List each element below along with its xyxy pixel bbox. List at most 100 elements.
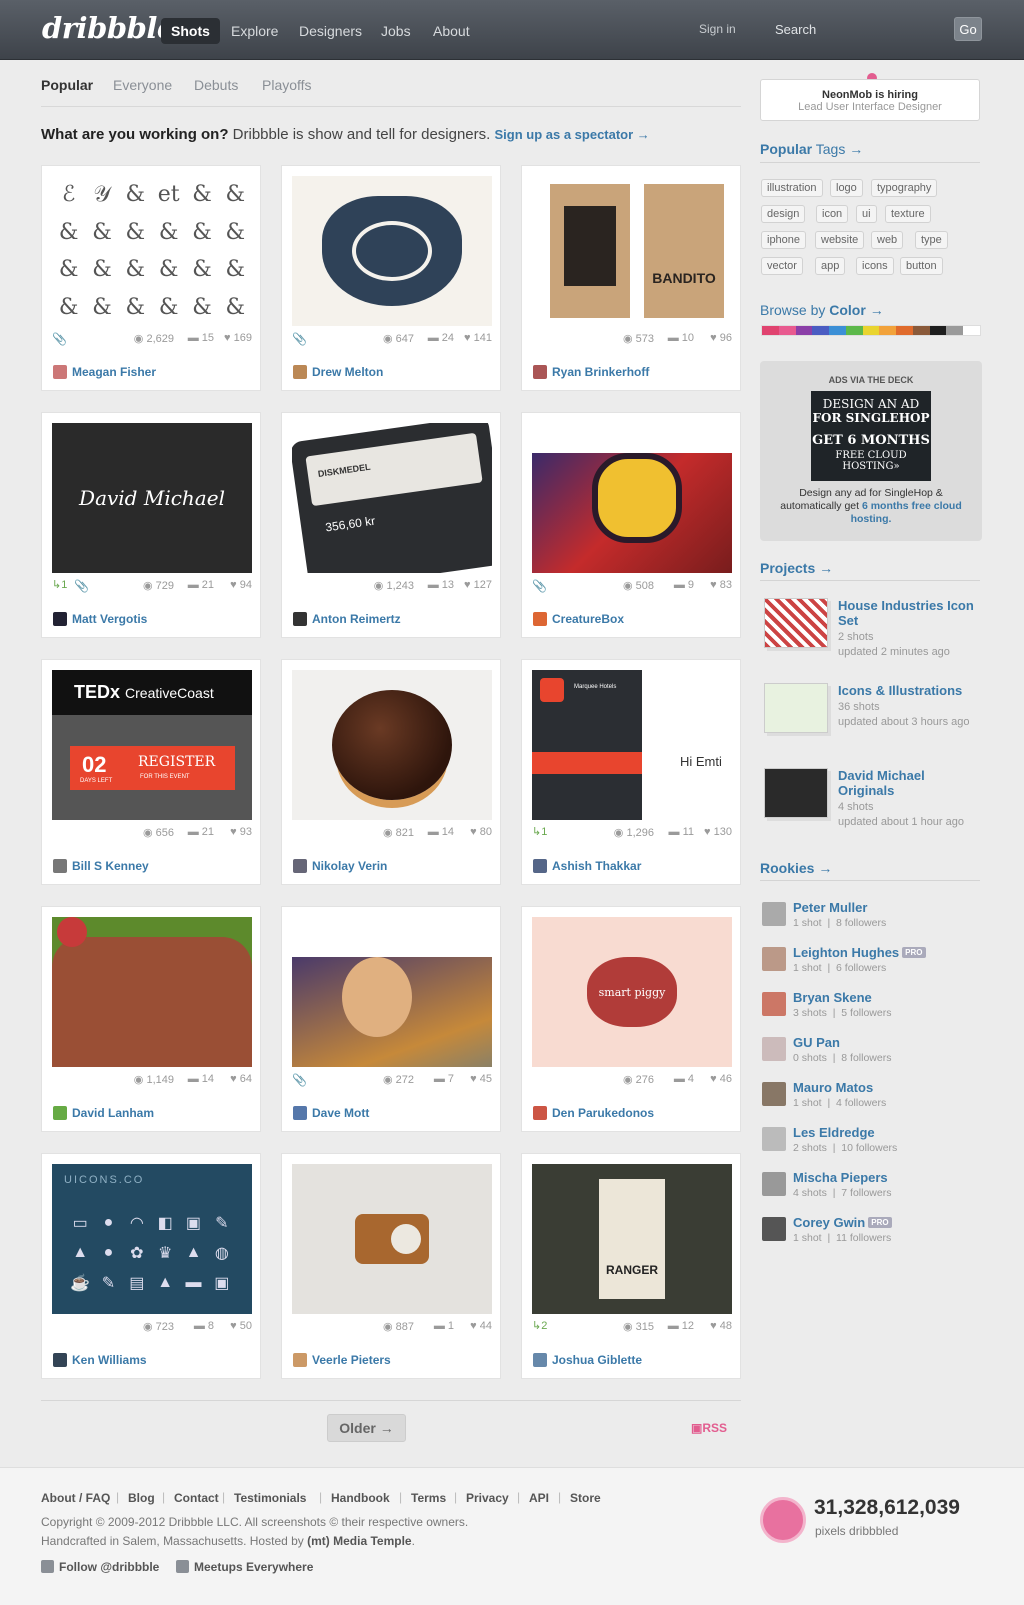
color-swatch[interactable] xyxy=(829,326,846,335)
project-thumbnail[interactable] xyxy=(764,768,828,818)
tag-link[interactable]: iphone xyxy=(761,231,807,249)
likes-stat[interactable]: ♥ 93 xyxy=(230,826,252,838)
popular-tags-heading[interactable]: Popular Tags → xyxy=(760,141,863,157)
color-swatch[interactable] xyxy=(778,326,796,335)
color-swatch[interactable] xyxy=(912,326,930,335)
attachment-icon[interactable]: 📎 xyxy=(292,332,307,346)
media-temple-link[interactable]: (mt) Media Temple xyxy=(307,1534,411,1548)
project-item[interactable]: Icons & Illustrations 36 shots updated a… xyxy=(760,683,982,753)
tab-everyone[interactable]: Everyone xyxy=(113,77,172,93)
footer-link[interactable]: API xyxy=(529,1491,549,1505)
avatar[interactable] xyxy=(762,902,786,926)
rookie-name-link[interactable]: Les Eldredge xyxy=(793,1125,875,1140)
player-link[interactable]: Ashish Thakkar xyxy=(533,859,641,877)
shot-thumbnail[interactable]: smart piggy xyxy=(532,917,732,1067)
job-ad[interactable]: NeonMob is hiring Lead User Interface De… xyxy=(760,79,980,121)
shot-card[interactable]: 📎 ◉ 647 ▬ 24 ♥ 141 xyxy=(281,165,501,391)
tag-link[interactable]: typography xyxy=(871,179,938,197)
rookie-name-link[interactable]: Mauro Matos xyxy=(793,1080,873,1095)
player-link[interactable]: Meagan Fisher xyxy=(53,365,156,383)
shot-card[interactable]: Marquee Hotels Hi Emti ↳1 ◉ 1,296 ▬ 11 ♥ … xyxy=(521,659,741,885)
tag-link[interactable]: logo xyxy=(830,179,863,197)
go-button[interactable]: Go xyxy=(954,17,982,41)
rookie-name-link[interactable]: GU Pan xyxy=(793,1035,840,1050)
tag-link[interactable]: design xyxy=(761,205,806,223)
footer-link[interactable]: Testimonials xyxy=(234,1491,306,1505)
attachment-icon[interactable]: 📎 xyxy=(74,579,89,593)
tab-popular[interactable]: Popular xyxy=(41,77,93,93)
color-swatch[interactable] xyxy=(795,326,813,335)
player-link[interactable]: Nikolay Verin xyxy=(293,859,387,877)
shot-card[interactable]: ℰ 𝒴 & et & & & & & & & & & & & & & & & & & & & & 📎 ◉ 2,629 ▬ 15… xyxy=(41,165,261,391)
shot-thumbnail[interactable]: RANGER xyxy=(532,1164,732,1314)
tag-link[interactable]: illustration xyxy=(761,179,823,197)
ad-link[interactable]: 6 months free cloud hosting. xyxy=(851,500,962,525)
footer-link[interactable]: Blog xyxy=(128,1491,155,1505)
shot-card[interactable]: UICONS.CO ▭ ● ◠ ◧ ▣ ✎ ▲ ● ✿ ♛ ▲ ◍ ☕ ✎ ▤ ▲ ▬ ▣ ◉ 723 ▬ 8 ♥ … xyxy=(41,1153,261,1379)
likes-stat[interactable]: ♥ 64 xyxy=(230,1073,252,1085)
sign-in-link[interactable]: Sign in xyxy=(699,22,736,36)
player-link[interactable]: CreatureBox xyxy=(533,612,624,630)
shot-card[interactable]: 📎 ◉ 508 ▬ 9 ♥ 83 xyxy=(521,412,741,638)
color-swatch[interactable] xyxy=(929,326,947,335)
shot-card[interactable]: DISKMEDEL 356,60 kr ◉ 1,243 ▬ 13 ♥ 127 xyxy=(281,412,501,638)
player-link[interactable]: Joshua Giblette xyxy=(533,1353,642,1371)
attachment-icon[interactable]: 📎 xyxy=(292,1073,307,1087)
shot-thumbnail[interactable] xyxy=(532,423,732,573)
shot-thumbnail[interactable]: David Michael xyxy=(52,423,252,573)
likes-stat[interactable]: ♥ 94 xyxy=(230,579,252,591)
attachment-icon[interactable]: 📎 xyxy=(52,332,67,346)
shot-thumbnail[interactable] xyxy=(292,670,492,820)
project-title[interactable]: David Michael Originals xyxy=(838,768,980,798)
shot-thumbnail[interactable] xyxy=(292,1164,492,1314)
player-link[interactable]: Anton Reimertz xyxy=(293,612,401,630)
shot-card[interactable]: ◉ 887 ▬ 1 ♥ 44 xyxy=(281,1153,501,1379)
projects-heading[interactable]: Projects → xyxy=(760,560,833,576)
likes-stat[interactable]: ♥ 44 xyxy=(470,1320,492,1332)
shot-thumbnail[interactable]: Marquee Hotels Hi Emti xyxy=(532,670,732,820)
nav-jobs[interactable]: Jobs xyxy=(371,18,421,44)
tag-link[interactable]: texture xyxy=(885,205,931,223)
ad-banner[interactable]: DESIGN AN AD FOR SINGLEHOP GET 6 MONTHS … xyxy=(811,391,931,481)
player-link[interactable]: Dave Mott xyxy=(293,1106,369,1124)
tag-link[interactable]: icons xyxy=(856,257,894,275)
tab-debuts[interactable]: Debuts xyxy=(194,77,238,93)
rookies-heading[interactable]: Rookies → xyxy=(760,860,832,876)
player-link[interactable]: Ryan Brinkerhoff xyxy=(533,365,649,383)
player-link[interactable]: Den Parukedonos xyxy=(533,1106,654,1124)
avatar[interactable] xyxy=(762,1127,786,1151)
follow-twitter-link[interactable]: Follow @dribbble xyxy=(41,1560,159,1574)
older-button[interactable]: Older → xyxy=(327,1414,406,1442)
likes-stat[interactable]: ♥ 83 xyxy=(710,579,732,591)
shot-thumbnail[interactable] xyxy=(292,917,492,1067)
tag-link[interactable]: website xyxy=(815,231,865,249)
avatar[interactable] xyxy=(762,1172,786,1196)
likes-stat[interactable]: ♥ 127 xyxy=(464,579,492,591)
player-link[interactable]: Veerle Pieters xyxy=(293,1353,391,1371)
color-swatch[interactable] xyxy=(963,326,980,335)
shot-thumbnail[interactable]: TEDx CreativeCoast 02 REGISTER FOR THIS EVE… xyxy=(52,670,252,820)
color-swatch[interactable] xyxy=(845,326,863,335)
likes-stat[interactable]: ♥ 50 xyxy=(230,1320,252,1332)
project-thumbnail[interactable] xyxy=(764,683,828,733)
player-link[interactable]: David Lanham xyxy=(53,1106,154,1124)
nav-explore[interactable]: Explore xyxy=(221,18,288,44)
rebound-icon[interactable]: ↳1 xyxy=(532,825,547,838)
player-link[interactable]: Bill S Kenney xyxy=(53,859,149,877)
footer-link[interactable]: Handbook xyxy=(331,1491,390,1505)
search-input[interactable] xyxy=(775,17,945,41)
shot-card[interactable]: TEDx CreativeCoast 02 REGISTER FOR THIS EVE… xyxy=(41,659,261,885)
shot-thumbnail[interactable]: ℰ 𝒴 & et & & & & & & & & & & & & & & & & & & & & xyxy=(52,176,252,326)
shot-card[interactable]: BANDITO ◉ 573 ▬ 10 ♥ 96 xyxy=(521,165,741,391)
attachment-icon[interactable]: 📎 xyxy=(532,579,547,593)
color-swatch[interactable] xyxy=(896,326,913,335)
shot-card[interactable]: David Michael ↳1 📎 ◉ 729 ▬ 21 ♥ 94 xyxy=(41,412,261,638)
shot-card[interactable]: 📎 ◉ 272 ▬ 7 ♥ 45 xyxy=(281,906,501,1132)
likes-stat[interactable]: ♥ 169 xyxy=(224,332,252,344)
shot-card[interactable]: smart piggy ◉ 276 ▬ 4 ♥ 46 xyxy=(521,906,741,1132)
tag-link[interactable]: vector xyxy=(761,257,803,275)
browse-color-heading[interactable]: Browse by Color → xyxy=(760,302,884,318)
shot-card[interactable]: ◉ 821 ▬ 14 ♥ 80 xyxy=(281,659,501,885)
rookie-name-link[interactable]: Peter Muller xyxy=(793,900,867,915)
tag-link[interactable]: type xyxy=(915,231,948,249)
